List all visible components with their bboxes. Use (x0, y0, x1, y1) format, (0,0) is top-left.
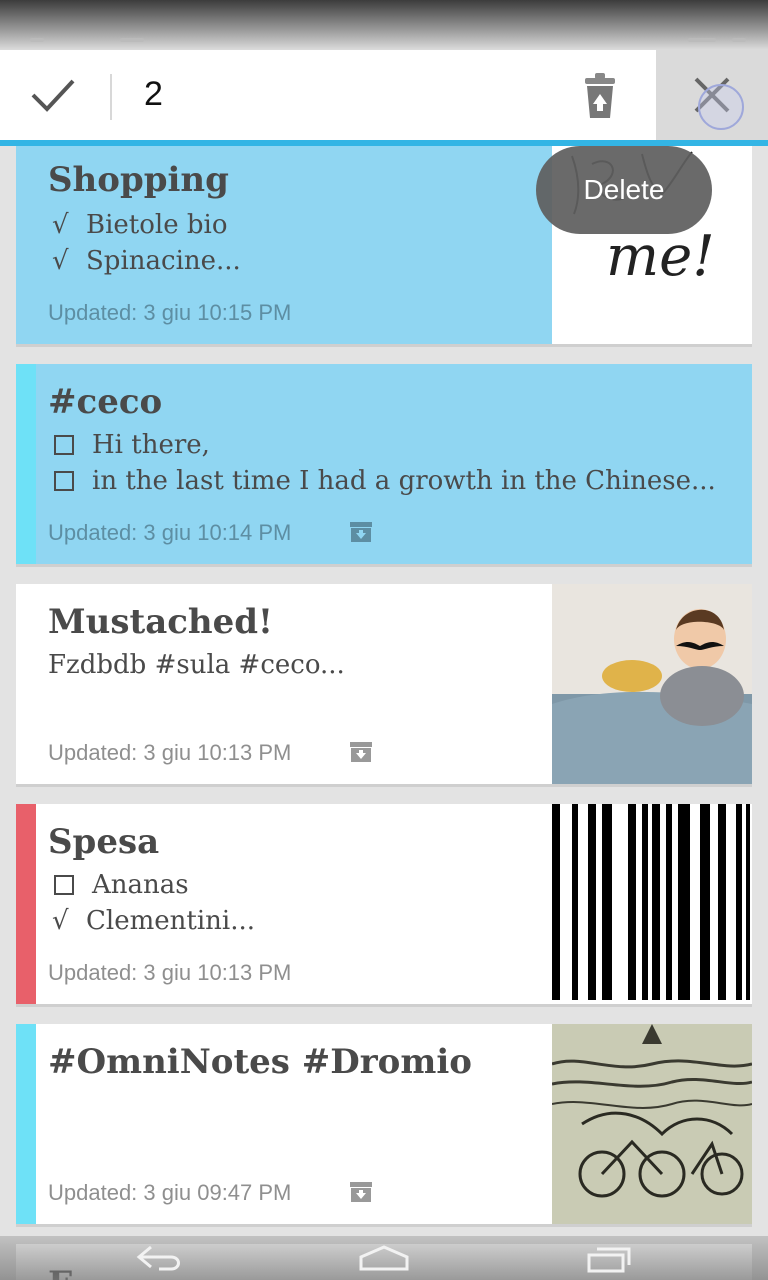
checked-mark: √ (52, 210, 69, 240)
note-thumbnail-sketch (552, 1024, 752, 1224)
check-icon (31, 79, 75, 112)
home-icon (359, 1245, 409, 1271)
done-button[interactable] (0, 50, 106, 140)
checklist-item: in the last time I had a growth in the C… (52, 466, 716, 496)
checklist-item-text: Clementini... (86, 906, 255, 936)
note-card[interactable]: Mustached! Fzdbdb #sula #ceco... Updated… (16, 584, 752, 784)
checklist-item: √ Bietole bio (52, 210, 228, 240)
touch-indicator (698, 84, 744, 130)
checked-mark: √ (52, 246, 69, 276)
trash-button[interactable] (572, 66, 628, 126)
unchecked-box-icon (54, 471, 74, 491)
contextual-action-bar: 2 (0, 50, 768, 146)
note-title: Mustached! (48, 602, 273, 642)
delete-toast: Delete (536, 146, 712, 234)
checklist-item-text: Hi there, (92, 430, 210, 460)
category-color-bar (16, 1024, 36, 1224)
checklist-item: Ananas (52, 870, 189, 900)
back-button[interactable] (100, 1236, 220, 1280)
note-card[interactable]: Spesa Ananas √ Clementini... Updated: 3 … (16, 804, 752, 1004)
checklist-item-text: Ananas (92, 870, 189, 900)
checklist-item-text: Spinacine... (86, 246, 241, 276)
archive-icon (350, 1182, 372, 1202)
recent-apps-icon (587, 1247, 631, 1273)
note-updated-date: Updated: 3 giu 10:14 PM (48, 520, 292, 545)
bar-divider (110, 74, 112, 120)
unchecked-box-icon (54, 435, 74, 455)
archive-icon (350, 742, 372, 762)
note-updated-date: Updated: 3 giu 10:13 PM (48, 740, 292, 765)
note-title: Spesa (48, 822, 160, 862)
note-updated-date: Updated: 3 giu 09:47 PM (48, 1180, 292, 1205)
note-card[interactable]: #OmniNotes #Dromio Updated: 3 giu 09:47 … (16, 1024, 752, 1224)
notes-list: Shopping √ Bietole bio √ Spinacine... Up… (0, 146, 768, 1236)
checklist-item-text: Bietole bio (86, 210, 228, 240)
checklist-item-text: in the last time I had a growth in the C… (92, 466, 716, 496)
home-button[interactable] (324, 1236, 444, 1280)
note-title: #OmniNotes #Dromio (48, 1042, 472, 1082)
category-color-bar (16, 364, 36, 564)
archive-icon (350, 522, 372, 542)
checklist-item: √ Clementini... (52, 906, 255, 936)
checked-mark: √ (52, 906, 69, 936)
checklist-item: √ Spinacine... (52, 246, 241, 276)
navigation-bar (0, 1236, 768, 1280)
note-updated-date: Updated: 3 giu 10:13 PM (48, 960, 292, 985)
note-content: Fzdbdb #sula #ceco... (48, 650, 345, 680)
note-title: #ceco (48, 382, 163, 422)
note-title: Shopping (48, 160, 229, 200)
unchecked-box-icon (54, 875, 74, 895)
checklist-item: Hi there, (52, 430, 210, 460)
note-card[interactable]: #ceco Hi there, in the last time I had a… (16, 364, 752, 564)
status-bar (0, 0, 768, 50)
note-thumbnail-photo (552, 584, 752, 784)
delete-toast-label: Delete (583, 174, 665, 205)
back-icon (136, 1245, 180, 1271)
trash-icon (585, 73, 615, 118)
recent-apps-button[interactable] (550, 1236, 670, 1280)
category-color-bar (16, 804, 36, 1004)
note-updated-date: Updated: 3 giu 10:15 PM (48, 300, 292, 325)
note-thumbnail-barcode (552, 804, 752, 1004)
selection-count: 2 (144, 75, 163, 113)
